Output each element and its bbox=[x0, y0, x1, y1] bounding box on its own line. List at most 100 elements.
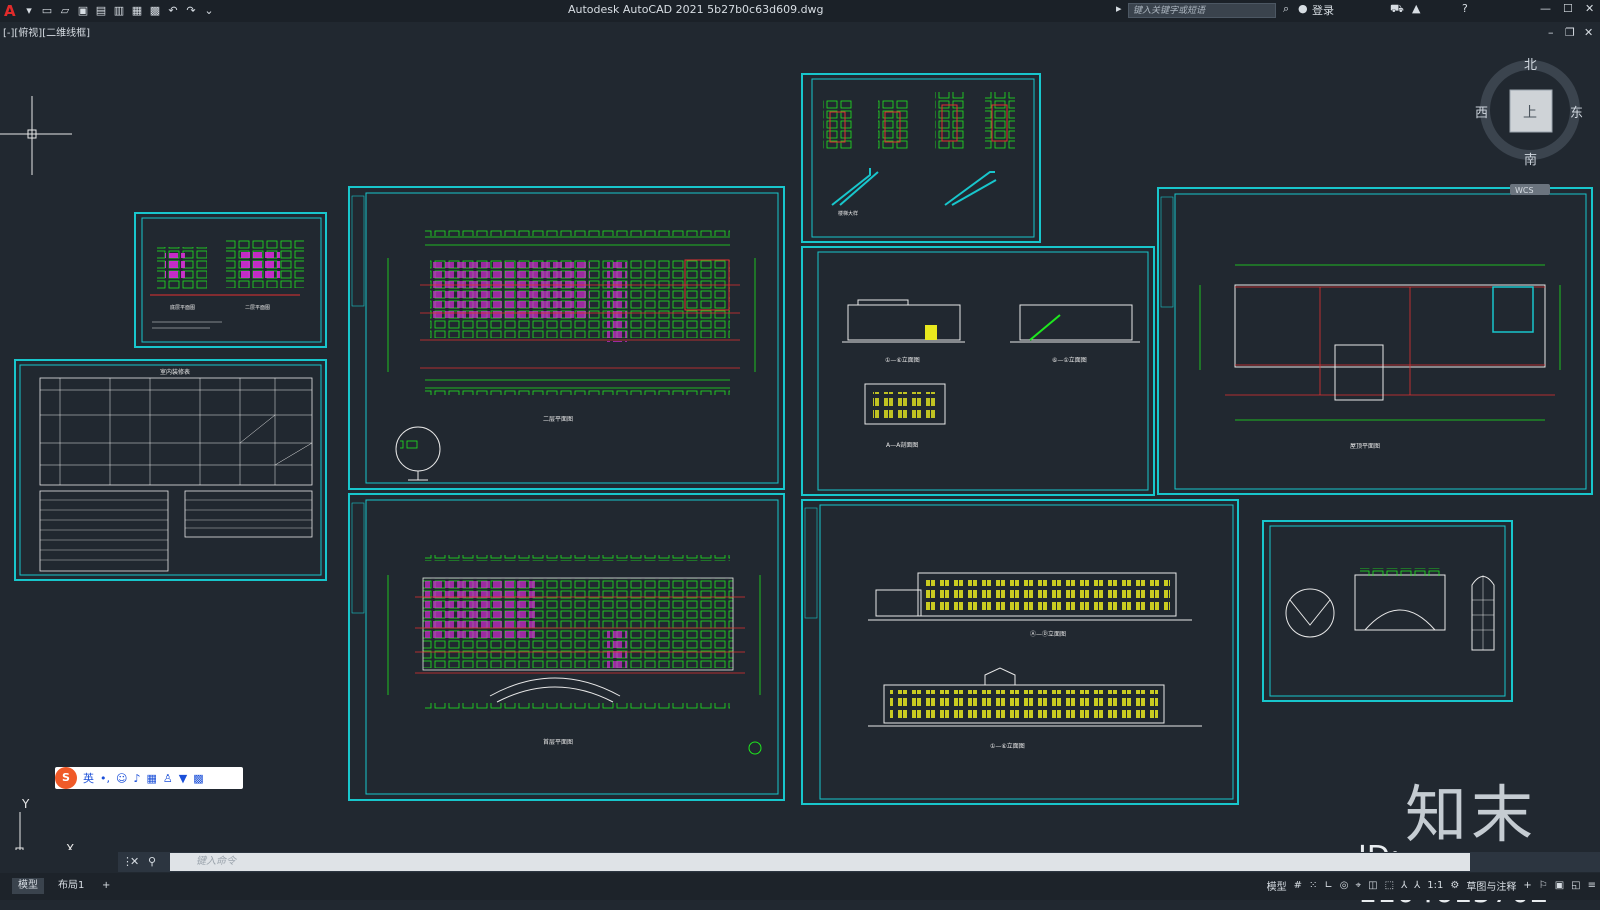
status-bar: 模型 布局1 + 模型 # ⁙ ∟ ◎ ⌖ ◫ ⬚ ⅄ ⅄ 1:1 ⚙ 草图与注… bbox=[0, 873, 1600, 900]
snap-icon[interactable]: ⁙ bbox=[1309, 880, 1317, 891]
compass-south[interactable]: 南 bbox=[1524, 152, 1537, 168]
window-title: Autodesk AutoCAD 2021 5b27b0c63d609.dwg bbox=[568, 3, 824, 16]
search-input[interactable]: 键入关键字或短语 bbox=[1128, 3, 1276, 18]
units-icon[interactable]: ⚐ bbox=[1539, 880, 1548, 891]
sheet8-caption-2: ①—⑥立面图 bbox=[990, 742, 1025, 750]
cart-icon[interactable]: ⛟ bbox=[1390, 2, 1404, 17]
sheet-small-plans[interactable]: 底层平面图 二层平面图 bbox=[134, 212, 327, 348]
sheet-roof-plan[interactable]: 屋顶平面图 bbox=[1157, 187, 1593, 495]
scale-dropdown[interactable]: 1:1 bbox=[1427, 880, 1443, 891]
user-center-icon[interactable]: ♙ bbox=[163, 772, 173, 785]
new-icon[interactable]: ▭ bbox=[40, 5, 54, 17]
punctuation-icon[interactable]: •, bbox=[100, 772, 110, 785]
sheet6-caption-2: ⑥—①立面图 bbox=[1052, 356, 1087, 364]
viewport-label[interactable]: [-][俯视][二维线框] bbox=[3, 24, 90, 39]
toolbox-icon[interactable]: ▩ bbox=[193, 772, 203, 785]
plot-icon[interactable]: ▦ bbox=[130, 5, 144, 17]
sheet3-caption: 二层平面图 bbox=[543, 416, 573, 423]
app-menu-chevron-icon[interactable]: ▾ bbox=[22, 5, 36, 17]
viewport-restore-icon[interactable]: ❐ bbox=[1565, 26, 1575, 39]
viewport-minimize-icon[interactable]: – bbox=[1548, 26, 1554, 39]
sheet-second-floor-plan[interactable]: 二层平面图 bbox=[348, 186, 785, 490]
wcs-menu[interactable]: WCS bbox=[1515, 186, 1534, 195]
sheet-stair-details[interactable]: 楼梯大样 bbox=[801, 73, 1041, 243]
sheet6-caption-3: A—A剖面图 bbox=[886, 441, 918, 449]
compass-east[interactable]: 东 bbox=[1570, 106, 1583, 121]
customize-icon[interactable]: ⌄ bbox=[202, 5, 216, 17]
annotation-scale-icon[interactable]: ⅄ bbox=[1414, 880, 1420, 891]
command-line: ⋮ ✕ ⚲ 键入命令 bbox=[118, 852, 1600, 872]
ucs-icon: Y X bbox=[15, 797, 74, 850]
open-icon[interactable]: ▱ bbox=[58, 5, 72, 17]
select-cycling-icon[interactable]: ⬚ bbox=[1385, 880, 1394, 891]
tab-model[interactable]: 模型 bbox=[12, 878, 44, 894]
osnap-icon[interactable]: ⌖ bbox=[1356, 880, 1362, 891]
workspace-dropdown[interactable]: 草图与注释 bbox=[1466, 878, 1516, 893]
command-close-icon[interactable]: ✕ bbox=[130, 855, 139, 868]
ime-language-toggle[interactable]: 英 bbox=[83, 770, 94, 786]
command-customize-icon[interactable]: ⚲ bbox=[148, 855, 156, 868]
a360-icon[interactable]: ▲ bbox=[1412, 2, 1420, 15]
sheet-finish-table[interactable]: 室内装修表 bbox=[14, 359, 327, 581]
sheet-side-elevations[interactable]: ①—⑥立面图 ⑥—①立面图 A—A剖面图 bbox=[801, 246, 1155, 496]
model-space-button[interactable]: 模型 bbox=[1267, 878, 1287, 893]
skin-icon[interactable]: ▼ bbox=[179, 772, 187, 785]
title-bar: A ▾ ▭ ▱ ▣ ▤ ▥ ▦ ▩ ↶ ↷ ⌄ Autodesk AutoCAD… bbox=[0, 0, 1600, 22]
dynamic-input-icon[interactable]: ◫ bbox=[1368, 880, 1377, 891]
drawing-canvas[interactable]: 底层平面图 二层平面图 室内装修表 二层平面图 首层平面图 楼梯大样 ①—⑥立面… bbox=[0, 40, 1600, 850]
grid-icon[interactable]: # bbox=[1294, 880, 1302, 891]
tab-layout1[interactable]: 布局1 bbox=[52, 878, 90, 894]
ortho-icon[interactable]: ∟ bbox=[1324, 880, 1332, 891]
table-title: 室内装修表 bbox=[160, 368, 190, 376]
sheet1-caption: 底层平面图 bbox=[170, 304, 195, 311]
emoji-icon[interactable]: ☺ bbox=[116, 772, 127, 785]
viewport-close-icon[interactable]: ✕ bbox=[1584, 26, 1593, 39]
status-tools: 模型 # ⁙ ∟ ◎ ⌖ ◫ ⬚ ⅄ ⅄ 1:1 ⚙ 草图与注释 + ⚐ ▣ ◱… bbox=[1267, 878, 1596, 893]
annotation-visibility-icon[interactable]: ⅄ bbox=[1401, 880, 1407, 891]
keyboard-icon[interactable]: ▦ bbox=[147, 772, 157, 785]
redo-icon[interactable]: ↷ bbox=[184, 5, 198, 17]
plus-icon[interactable]: + bbox=[1523, 880, 1531, 891]
saveas-icon[interactable]: ▤ bbox=[94, 5, 108, 17]
polar-icon[interactable]: ◎ bbox=[1340, 880, 1349, 891]
command-input[interactable]: 键入命令 bbox=[170, 853, 1470, 871]
sogou-logo-icon[interactable]: S bbox=[55, 767, 77, 789]
user-icon[interactable]: ● bbox=[1298, 2, 1308, 15]
sheet4-caption: 首层平面图 bbox=[543, 738, 573, 746]
sheet5-caption: 楼梯大样 bbox=[838, 210, 858, 217]
sheet1-caption-2: 二层平面图 bbox=[245, 305, 270, 311]
help-icon[interactable]: ? bbox=[1462, 2, 1468, 15]
compass-north[interactable]: 北 bbox=[1524, 58, 1537, 73]
save-icon[interactable]: ▣ bbox=[76, 5, 90, 17]
undo-icon[interactable]: ↶ bbox=[166, 5, 180, 17]
gear-icon[interactable]: ⚙ bbox=[1450, 880, 1459, 891]
close-icon[interactable]: ✕ bbox=[1585, 2, 1594, 15]
viewcube[interactable]: 上 北 南 西 东 WCS bbox=[1475, 58, 1583, 195]
ime-toolbar[interactable]: S 英 •, ☺ ♪ ▦ ♙ ▼ ▩ bbox=[55, 767, 243, 789]
sheet8-caption-1: Ⓐ—Ⓓ立面图 bbox=[1030, 630, 1066, 638]
crosshair-cursor bbox=[0, 96, 72, 175]
tab-add[interactable]: + bbox=[96, 878, 116, 894]
maximize-icon[interactable]: ☐ bbox=[1563, 2, 1573, 15]
search-expand-icon[interactable]: ▸ bbox=[1116, 2, 1122, 15]
isolate-icon[interactable]: ◱ bbox=[1571, 880, 1580, 891]
menu-icon[interactable]: ≡ bbox=[1588, 880, 1596, 891]
viewcube-top-face[interactable]: 上 bbox=[1523, 105, 1537, 121]
search-icon[interactable]: ⌕ bbox=[1283, 2, 1289, 16]
ucs-y-label: Y bbox=[21, 797, 30, 811]
sheet6-caption-1: ①—⑥立面图 bbox=[885, 356, 920, 364]
autocad-logo[interactable]: A bbox=[4, 2, 18, 20]
quick-properties-icon[interactable]: ▣ bbox=[1555, 880, 1564, 891]
minimize-icon[interactable]: — bbox=[1540, 2, 1551, 15]
ucs-x-label: X bbox=[66, 842, 74, 850]
publish-icon[interactable]: ▥ bbox=[112, 5, 126, 17]
print-icon[interactable]: ▩ bbox=[148, 5, 162, 17]
sheet-first-floor-plan[interactable]: 首层平面图 bbox=[348, 493, 785, 801]
sheet-entrance-details[interactable] bbox=[1262, 520, 1513, 702]
microphone-icon[interactable]: ♪ bbox=[133, 772, 140, 785]
sheet-front-elevations[interactable]: Ⓐ—Ⓓ立面图 ①—⑥立面图 bbox=[801, 499, 1239, 805]
compass-west[interactable]: 西 bbox=[1475, 106, 1488, 121]
quick-access-toolbar: A ▾ ▭ ▱ ▣ ▤ ▥ ▦ ▩ ↶ ↷ ⌄ bbox=[0, 0, 216, 22]
sheet7-caption: 屋顶平面图 bbox=[1350, 443, 1380, 450]
login-link[interactable]: 登录 bbox=[1312, 2, 1334, 18]
